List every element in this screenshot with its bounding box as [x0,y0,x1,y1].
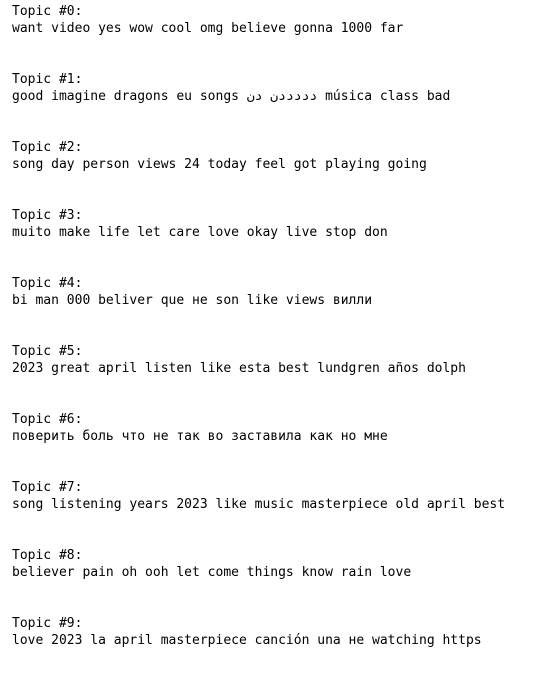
topic-heading: Topic #1: [12,72,83,87]
topic-words: song listening years 2023 like music mas… [12,497,506,512]
topic-9: Topic #9: love 2023 la april masterpiece… [12,615,542,683]
topic-heading: Topic #0: [12,4,83,19]
topic-heading: Topic #6: [12,412,83,427]
topic-4: Topic #4: bi man 000 beliver que не son … [12,275,542,343]
topic-words: 2023 great april listen like esta best l… [12,361,466,376]
topic-words: believer pain oh ooh let come things kno… [12,565,412,580]
topic-heading: Topic #7: [12,480,83,495]
topic-heading: Topic #9: [12,616,83,631]
topic-words: поверить боль что не так во заставила ка… [12,429,388,444]
topic-words: want video yes wow cool omg believe gonn… [12,21,404,36]
topic-words: bi man 000 beliver que не son like views… [12,293,373,308]
topic-words: muito make life let care love okay live … [12,225,388,240]
topic-2: Topic #2: song day person views 24 today… [12,139,542,207]
topic-heading: Topic #4: [12,276,83,291]
topic-words: good imagine dragons eu songs دددددن دن … [12,89,451,104]
topic-7: Topic #7: song listening years 2023 like… [12,479,542,547]
topic-heading: Topic #3: [12,208,83,223]
cell-output: Topic #0: want video yes wow cool omg be… [12,3,542,683]
topic-5: Topic #5: 2023 great april listen like e… [12,343,542,411]
topic-heading: Topic #2: [12,140,83,155]
topic-heading: Topic #5: [12,344,83,359]
topic-6: Topic #6: поверить боль что не так во за… [12,411,542,479]
topic-8: Topic #8: believer pain oh ooh let come … [12,547,542,615]
topic-3: Topic #3: muito make life let care love … [12,207,542,275]
topic-words: love 2023 la april masterpiece canción u… [12,633,482,648]
topic-words: song day person views 24 today feel got … [12,157,427,172]
topic-1: Topic #1: good imagine dragons eu songs … [12,71,542,139]
topic-0: Topic #0: want video yes wow cool omg be… [12,3,542,71]
topic-heading: Topic #8: [12,548,83,563]
